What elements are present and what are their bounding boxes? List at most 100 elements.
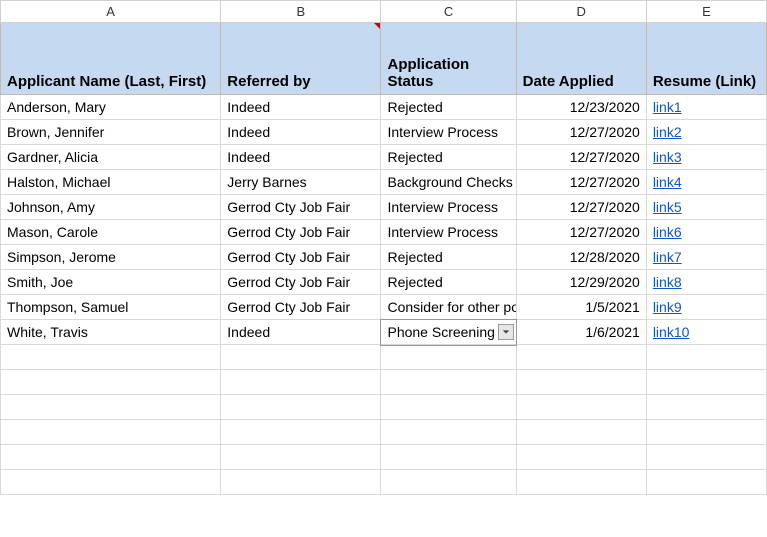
empty-cell[interactable] <box>381 345 516 370</box>
empty-cell[interactable] <box>381 420 516 445</box>
col-letter-c[interactable]: C <box>381 1 516 23</box>
cell-date[interactable]: 12/27/2020 <box>516 195 646 220</box>
cell-resume[interactable]: link5 <box>646 195 766 220</box>
empty-cell[interactable] <box>221 445 381 470</box>
cell-referred[interactable]: Indeed <box>221 95 381 120</box>
resume-link[interactable]: link7 <box>653 249 682 265</box>
empty-cell[interactable] <box>516 345 646 370</box>
cell-resume[interactable]: link1 <box>646 95 766 120</box>
cell-referred[interactable]: Indeed <box>221 145 381 170</box>
resume-link[interactable]: link8 <box>653 274 682 290</box>
cell-date[interactable]: 12/27/2020 <box>516 170 646 195</box>
cell-status[interactable]: Consider for other positions <box>381 295 516 320</box>
empty-cell[interactable] <box>1 420 221 445</box>
empty-cell[interactable] <box>646 445 766 470</box>
cell-resume[interactable]: link2 <box>646 120 766 145</box>
empty-cell[interactable] <box>1 445 221 470</box>
cell-status[interactable]: Rejected <box>381 270 516 295</box>
cell-name[interactable]: Mason, Carole <box>1 220 221 245</box>
cell-date[interactable]: 12/23/2020 <box>516 95 646 120</box>
empty-cell[interactable] <box>381 370 516 395</box>
empty-cell[interactable] <box>1 395 221 420</box>
header-referred[interactable]: Referred by <box>221 23 381 95</box>
header-resume[interactable]: Resume (Link) <box>646 23 766 95</box>
resume-link[interactable]: link3 <box>653 149 682 165</box>
cell-status[interactable]: Interview Process <box>381 120 516 145</box>
col-letter-d[interactable]: D <box>516 1 646 23</box>
cell-status[interactable]: Interview Process <box>381 195 516 220</box>
cell-status[interactable]: Background Checks <box>381 170 516 195</box>
empty-cell[interactable] <box>516 420 646 445</box>
empty-cell[interactable] <box>221 470 381 495</box>
cell-date[interactable]: 12/27/2020 <box>516 120 646 145</box>
empty-cell[interactable] <box>646 370 766 395</box>
cell-referred[interactable]: Gerrod Cty Job Fair <box>221 245 381 270</box>
empty-cell[interactable] <box>646 345 766 370</box>
cell-date[interactable]: 12/27/2020 <box>516 220 646 245</box>
empty-cell[interactable] <box>381 395 516 420</box>
empty-cell[interactable] <box>516 470 646 495</box>
comment-indicator-icon[interactable] <box>374 23 380 29</box>
cell-date[interactable]: 1/5/2021 <box>516 295 646 320</box>
col-letter-e[interactable]: E <box>646 1 766 23</box>
resume-link[interactable]: link10 <box>653 324 690 340</box>
cell-referred[interactable]: Gerrod Cty Job Fair <box>221 220 381 245</box>
empty-cell[interactable] <box>516 395 646 420</box>
cell-referred[interactable]: Indeed <box>221 320 381 345</box>
cell-status[interactable]: Rejected <box>381 145 516 170</box>
cell-date[interactable]: 12/27/2020 <box>516 145 646 170</box>
empty-cell[interactable] <box>221 395 381 420</box>
cell-referred[interactable]: Gerrod Cty Job Fair <box>221 195 381 220</box>
cell-resume[interactable]: link3 <box>646 145 766 170</box>
empty-cell[interactable] <box>516 370 646 395</box>
cell-name[interactable]: Smith, Joe <box>1 270 221 295</box>
empty-cell[interactable] <box>1 470 221 495</box>
cell-resume[interactable]: link8 <box>646 270 766 295</box>
cell-name[interactable]: Brown, Jennifer <box>1 120 221 145</box>
empty-cell[interactable] <box>1 345 221 370</box>
cell-name[interactable]: Gardner, Alicia <box>1 145 221 170</box>
resume-link[interactable]: link6 <box>653 224 682 240</box>
resume-link[interactable]: link1 <box>653 99 682 115</box>
cell-name[interactable]: Thompson, Samuel <box>1 295 221 320</box>
cell-name[interactable]: White, Travis <box>1 320 221 345</box>
header-name[interactable]: Applicant Name (Last, First) <box>1 23 221 95</box>
cell-name[interactable]: Halston, Michael <box>1 170 221 195</box>
dropdown-list[interactable]: NewRejectedHiredPhone ScreeningInterview… <box>381 344 516 345</box>
header-status[interactable]: Application Status <box>381 23 516 95</box>
empty-cell[interactable] <box>646 395 766 420</box>
empty-cell[interactable] <box>646 470 766 495</box>
cell-date[interactable]: 1/6/2021 <box>516 320 646 345</box>
empty-cell[interactable] <box>221 345 381 370</box>
cell-status[interactable]: Rejected <box>381 245 516 270</box>
cell-resume[interactable]: link7 <box>646 245 766 270</box>
cell-referred[interactable]: Gerrod Cty Job Fair <box>221 295 381 320</box>
empty-cell[interactable] <box>646 420 766 445</box>
cell-resume[interactable]: link9 <box>646 295 766 320</box>
cell-status[interactable]: Interview Process <box>381 220 516 245</box>
cell-name[interactable]: Johnson, Amy <box>1 195 221 220</box>
empty-cell[interactable] <box>381 445 516 470</box>
cell-date[interactable]: 12/29/2020 <box>516 270 646 295</box>
empty-cell[interactable] <box>221 420 381 445</box>
empty-cell[interactable] <box>381 470 516 495</box>
resume-link[interactable]: link9 <box>653 299 682 315</box>
cell-name[interactable]: Anderson, Mary <box>1 95 221 120</box>
cell-resume[interactable]: link6 <box>646 220 766 245</box>
resume-link[interactable]: link5 <box>653 199 682 215</box>
empty-cell[interactable] <box>516 445 646 470</box>
cell-name[interactable]: Simpson, Jerome <box>1 245 221 270</box>
col-letter-a[interactable]: A <box>1 1 221 23</box>
cell-status[interactable]: Rejected <box>381 95 516 120</box>
header-date[interactable]: Date Applied <box>516 23 646 95</box>
cell-referred[interactable]: Gerrod Cty Job Fair <box>221 270 381 295</box>
cell-status[interactable]: Phone ScreeningNewRejectedHiredPhone Scr… <box>381 320 516 345</box>
cell-referred[interactable]: Indeed <box>221 120 381 145</box>
dropdown-arrow-icon[interactable] <box>498 324 514 340</box>
cell-referred[interactable]: Jerry Barnes <box>221 170 381 195</box>
empty-cell[interactable] <box>221 370 381 395</box>
cell-resume[interactable]: link10 <box>646 320 766 345</box>
cell-date[interactable]: 12/28/2020 <box>516 245 646 270</box>
resume-link[interactable]: link2 <box>653 124 682 140</box>
col-letter-b[interactable]: B <box>221 1 381 23</box>
